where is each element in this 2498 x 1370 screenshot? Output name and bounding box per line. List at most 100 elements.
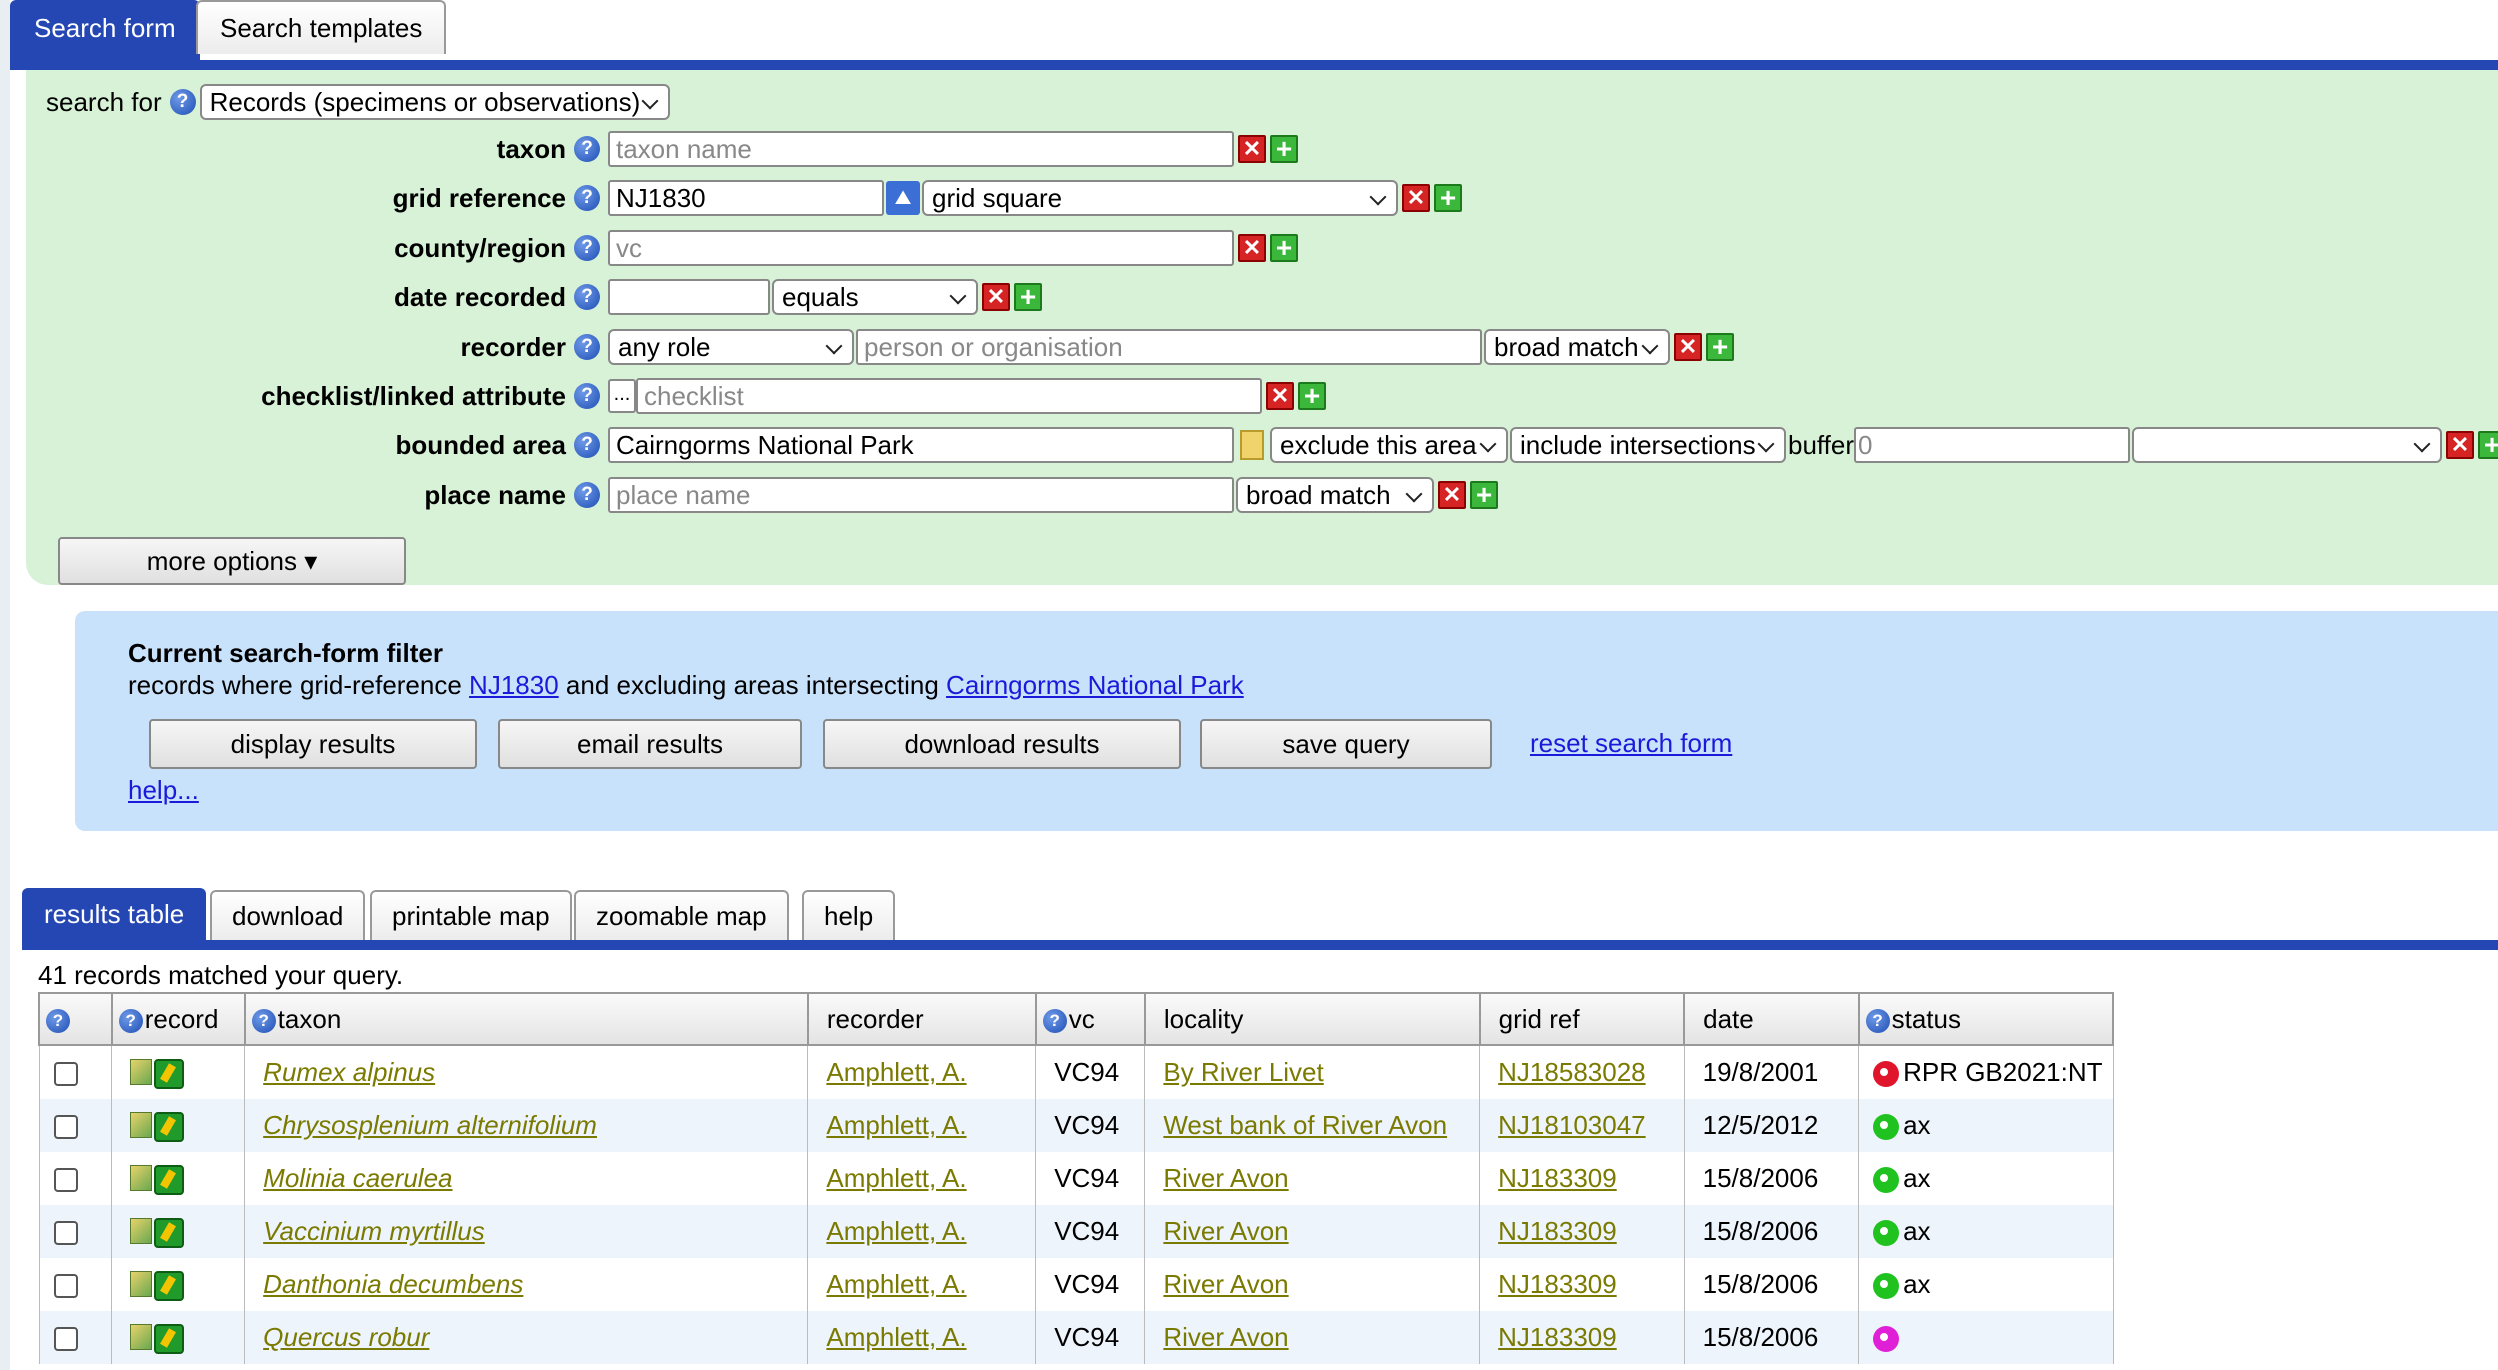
edit-record-icon[interactable] bbox=[130, 1164, 153, 1191]
taxon-link[interactable]: Rumex alpinus bbox=[263, 1057, 435, 1087]
search-for-select[interactable]: Records (specimens or observations) bbox=[199, 84, 670, 120]
remove-icon[interactable]: ✕ bbox=[1438, 481, 1466, 509]
recorder-link[interactable]: Amphlett, A. bbox=[826, 1269, 966, 1299]
buffer-input[interactable]: 0 bbox=[1854, 427, 2131, 463]
display-results-button[interactable]: display results bbox=[149, 719, 477, 769]
email-results-button[interactable]: email results bbox=[498, 719, 802, 769]
tab-printable-map[interactable]: printable map bbox=[370, 890, 572, 940]
help-icon[interactable]: ? bbox=[574, 432, 600, 458]
date-input[interactable] bbox=[608, 279, 770, 315]
gridref-link[interactable]: NJ18583028 bbox=[1498, 1057, 1645, 1087]
grid-reference-input[interactable]: NJ1830 bbox=[608, 180, 884, 216]
locality-link[interactable]: River Avon bbox=[1163, 1163, 1288, 1193]
save-query-button[interactable]: save query bbox=[1200, 719, 1492, 769]
checklist-picker-button[interactable]: ... bbox=[608, 379, 636, 413]
help-icon[interactable]: ? bbox=[574, 383, 600, 409]
row-checkbox[interactable] bbox=[53, 1168, 78, 1193]
gridref-link[interactable]: NJ183309 bbox=[1498, 1216, 1617, 1246]
recorder-link[interactable]: Amphlett, A. bbox=[826, 1322, 966, 1352]
tab-search-templates[interactable]: Search templates bbox=[196, 0, 447, 54]
edit-record-icon[interactable] bbox=[130, 1111, 153, 1138]
row-checkbox[interactable] bbox=[53, 1221, 78, 1246]
county-region-input[interactable]: vc bbox=[608, 230, 1234, 266]
tab-results-table[interactable]: results table bbox=[22, 888, 207, 940]
col-record[interactable]: ? record bbox=[110, 992, 246, 1046]
help-icon[interactable]: ? bbox=[574, 284, 600, 310]
recorder-link[interactable]: Amphlett, A. bbox=[826, 1216, 966, 1246]
taxon-link[interactable]: Danthonia decumbens bbox=[263, 1269, 523, 1299]
place-name-input[interactable]: place name bbox=[608, 477, 1234, 513]
help-icon[interactable]: ? bbox=[574, 334, 600, 360]
view-record-icon[interactable] bbox=[154, 1111, 185, 1142]
remove-icon[interactable]: ✕ bbox=[982, 283, 1010, 311]
col-status[interactable]: ? status bbox=[1857, 992, 2115, 1046]
recorder-link[interactable]: Amphlett, A. bbox=[826, 1057, 966, 1087]
recorder-match-select[interactable]: broad match bbox=[1484, 329, 1670, 365]
recorder-link[interactable]: Amphlett, A. bbox=[826, 1110, 966, 1140]
area-exclude-select[interactable]: exclude this area bbox=[1270, 427, 1508, 463]
help-icon[interactable]: ? bbox=[118, 1008, 143, 1033]
area-list-icon[interactable] bbox=[1240, 430, 1264, 460]
col-taxon[interactable]: ? taxon bbox=[243, 992, 809, 1046]
add-icon[interactable]: + bbox=[1470, 481, 1498, 509]
col-grid-ref[interactable]: grid ref bbox=[1478, 992, 1686, 1046]
more-options-button[interactable]: more options ▾ bbox=[58, 537, 406, 585]
view-record-icon[interactable] bbox=[154, 1270, 185, 1301]
place-name-match-select[interactable]: broad match bbox=[1236, 477, 1434, 513]
help-link[interactable]: help... bbox=[128, 775, 199, 806]
taxon-link[interactable]: Quercus robur bbox=[263, 1322, 429, 1352]
remove-icon[interactable]: ✕ bbox=[1238, 135, 1266, 163]
recorder-link[interactable]: Amphlett, A. bbox=[826, 1163, 966, 1193]
help-icon[interactable]: ? bbox=[1042, 1008, 1067, 1033]
grid-ref-link[interactable]: NJ1830 bbox=[469, 670, 559, 700]
recorder-role-select[interactable]: any role bbox=[608, 329, 854, 365]
help-icon[interactable]: ? bbox=[1865, 1008, 1890, 1033]
remove-icon[interactable]: ✕ bbox=[1238, 234, 1266, 262]
recorder-input[interactable]: person or organisation bbox=[856, 329, 1482, 365]
buffer-unit-select[interactable] bbox=[2132, 427, 2443, 463]
remove-icon[interactable]: ✕ bbox=[1266, 382, 1294, 410]
tab-download[interactable]: download bbox=[210, 890, 366, 940]
add-icon[interactable]: + bbox=[1270, 234, 1298, 262]
area-intersect-select[interactable]: include intersections bbox=[1510, 427, 1786, 463]
add-icon[interactable]: + bbox=[1706, 333, 1734, 361]
edit-record-icon[interactable] bbox=[130, 1323, 153, 1350]
row-checkbox[interactable] bbox=[53, 1327, 78, 1352]
date-operator-select[interactable]: equals bbox=[772, 279, 978, 315]
reset-search-form-link[interactable]: reset search form bbox=[1530, 728, 1732, 759]
locality-link[interactable]: West bank of River Avon bbox=[1163, 1110, 1447, 1140]
remove-icon[interactable]: ✕ bbox=[1674, 333, 1702, 361]
tab-search-form[interactable]: Search form bbox=[10, 0, 200, 60]
help-icon[interactable]: ? bbox=[574, 185, 600, 211]
edit-record-icon[interactable] bbox=[130, 1270, 153, 1297]
locality-link[interactable]: By River Livet bbox=[1163, 1057, 1323, 1087]
map-picker-icon[interactable]: ⛰ bbox=[886, 181, 920, 215]
tab-zoomable-map[interactable]: zoomable map bbox=[574, 890, 789, 940]
help-icon[interactable]: ? bbox=[46, 1008, 70, 1033]
col-locality[interactable]: locality bbox=[1143, 992, 1481, 1046]
row-checkbox[interactable] bbox=[53, 1062, 78, 1087]
remove-icon[interactable]: ✕ bbox=[2446, 431, 2475, 459]
help-icon[interactable]: ? bbox=[251, 1008, 276, 1033]
checklist-input[interactable]: checklist bbox=[636, 378, 1262, 414]
gridref-link[interactable]: NJ183309 bbox=[1498, 1322, 1617, 1352]
col-recorder[interactable]: recorder bbox=[806, 992, 1037, 1046]
help-icon[interactable]: ? bbox=[169, 89, 196, 115]
add-icon[interactable]: + bbox=[1298, 382, 1326, 410]
taxon-link[interactable]: Vaccinium myrtillus bbox=[263, 1216, 485, 1246]
gridref-link[interactable]: NJ18103047 bbox=[1498, 1110, 1645, 1140]
area-link[interactable]: Cairngorms National Park bbox=[946, 670, 1244, 700]
help-icon[interactable]: ? bbox=[574, 235, 600, 261]
locality-link[interactable]: River Avon bbox=[1163, 1216, 1288, 1246]
download-results-button[interactable]: download results bbox=[823, 719, 1181, 769]
locality-link[interactable]: River Avon bbox=[1163, 1269, 1288, 1299]
help-icon[interactable]: ? bbox=[574, 136, 600, 162]
tab-help[interactable]: help bbox=[802, 890, 896, 940]
gridref-link[interactable]: NJ183309 bbox=[1498, 1163, 1617, 1193]
row-checkbox[interactable] bbox=[53, 1115, 78, 1140]
add-icon[interactable]: + bbox=[1270, 135, 1298, 163]
col-vc[interactable]: ? vc bbox=[1034, 992, 1146, 1046]
grid-mode-select[interactable]: grid square bbox=[922, 180, 1398, 216]
bounded-area-input[interactable]: Cairngorms National Park bbox=[608, 427, 1234, 463]
remove-icon[interactable]: ✕ bbox=[1402, 184, 1430, 212]
